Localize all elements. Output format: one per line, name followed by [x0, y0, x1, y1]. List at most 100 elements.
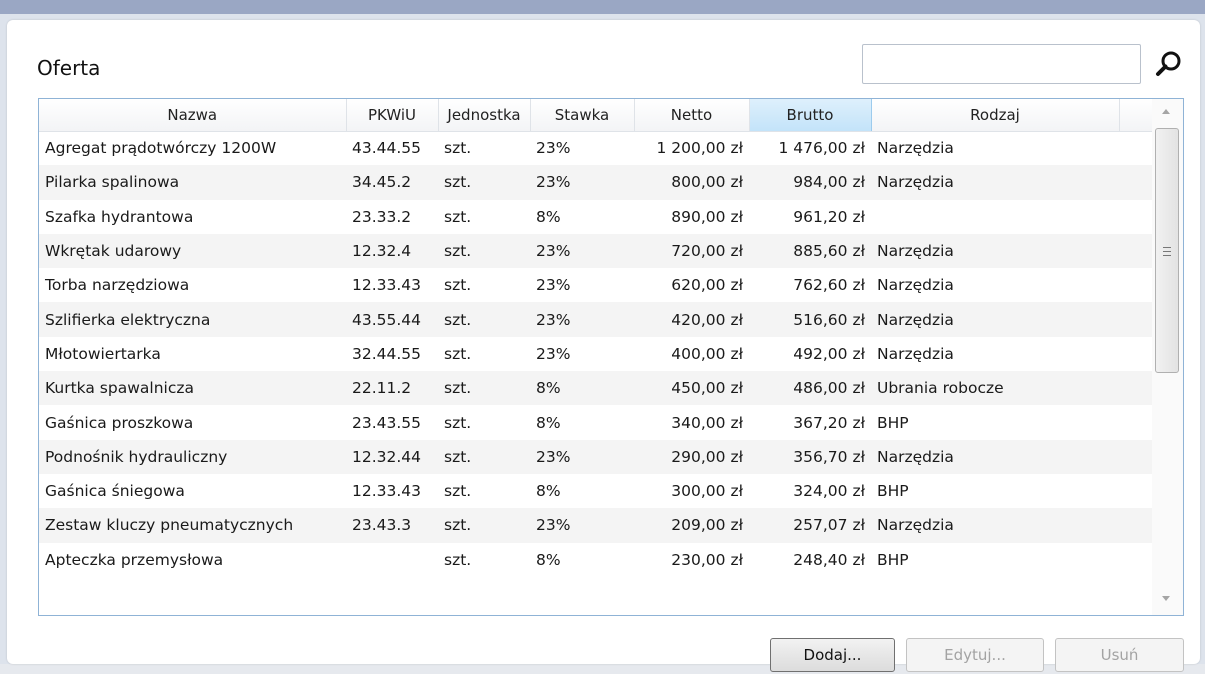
cell-netto: 400,00 zł [671, 344, 743, 363]
cell-rodzaj: Narzędzia [871, 233, 1119, 269]
cell-nazwa: Zestaw kluczy pneumatycznych [39, 508, 346, 543]
cell-stawka: 8% [536, 482, 561, 501]
table-row[interactable]: Torba narzędziowa 12.33.43 szt. 23% 620,00 z… [39, 268, 1152, 302]
table-row[interactable]: Gaśnica proszkowa 23.43.55 szt. 8% 340,00 zł… [39, 405, 1152, 439]
scrollbar-grip-line [1163, 251, 1171, 252]
cell-nazwa: Podnośnik hydrauliczny [39, 439, 346, 474]
cell-rodzaj [871, 200, 1119, 234]
page-title: Oferta [37, 56, 101, 80]
add-button[interactable]: Dodaj... [770, 638, 895, 672]
cell-netto: 450,00 zł [634, 371, 749, 406]
table-row[interactable]: Podnośnik hydrauliczny 12.32.44 szt. 23% 290… [39, 439, 1152, 474]
cell-nazwa: Pilarka spalinowa [39, 165, 346, 200]
table-row[interactable]: Gaśnica śniegowa 12.33.43 szt. 8% 300,00 zł 3… [39, 474, 1152, 508]
cell-brutto: 1 476,00 zł [778, 139, 866, 158]
cell-nazwa: Torba narzędziowa [45, 276, 190, 295]
scroll-down-arrow-icon[interactable] [1162, 596, 1170, 601]
cell-filler [1119, 165, 1152, 200]
cell-brutto: 486,00 zł [749, 371, 871, 406]
cell-stawka: 23% [530, 302, 634, 337]
cell-brutto: 257,07 zł [749, 508, 871, 543]
cell-nazwa: Wkrętak udarowy [39, 233, 346, 269]
cell-stawka: 23% [536, 276, 571, 295]
window-top-bar [0, 0, 1205, 14]
cell-netto: 209,00 zł [634, 508, 749, 543]
cell-stawka: 23% [530, 233, 634, 269]
cell-brutto: 984,00 zł [749, 165, 871, 200]
column-header-jednostka[interactable]: Jednostka [438, 99, 531, 132]
cell-stawka: 8% [536, 413, 561, 432]
scroll-up-arrow-icon[interactable] [1162, 109, 1170, 114]
cell-stawka: 23% [530, 165, 634, 200]
cell-filler [1119, 371, 1152, 406]
column-header-rodzaj[interactable]: Rodzaj [871, 99, 1120, 132]
cell-netto: 420,00 zł [634, 302, 749, 337]
table-row[interactable]: Młotowiertarka 32.44.55 szt. 23% 400,00 zł 49… [39, 337, 1152, 371]
cell-nazwa: Szafka hydrantowa [45, 207, 194, 226]
cell-rodzaj: BHP [877, 550, 909, 569]
cell-pkwiu: 22.11.2 [346, 371, 438, 406]
column-header-nazwa[interactable]: Nazwa [39, 99, 347, 132]
search-icon[interactable] [1154, 49, 1184, 79]
cell-nazwa: Młotowiertarka [45, 344, 161, 363]
cell-rodzaj: Narzędzia [871, 508, 1119, 543]
cell-jednostka: szt. [444, 344, 472, 363]
cell-brutto: 324,00 zł [793, 482, 865, 501]
cell-netto: 290,00 zł [634, 439, 749, 474]
cell-stawka: 23% [536, 344, 571, 363]
cell-netto: 340,00 zł [671, 413, 743, 432]
cell-nazwa: Gaśnica proszkowa [45, 413, 194, 432]
cell-filler [1119, 508, 1152, 543]
table-row[interactable]: Zestaw kluczy pneumatycznych 23.43.3 szt. 2… [39, 508, 1152, 543]
column-header-netto[interactable]: Netto [634, 99, 750, 132]
cell-pkwiu: 23.43.3 [346, 508, 438, 543]
cell-stawka: 23% [530, 439, 634, 474]
table-header-row: Nazwa PKWiU Jednostka Stawka Netto Brutt… [39, 99, 1152, 132]
cell-jednostka: szt. [444, 550, 472, 569]
cell-filler [1119, 439, 1152, 474]
cell-rodzaj: Narzędzia [871, 302, 1119, 337]
column-header-stawka[interactable]: Stawka [530, 99, 635, 132]
cell-rodzaj: Narzędzia [877, 276, 954, 295]
cell-rodzaj: BHP [877, 413, 909, 432]
cell-pkwiu: 23.33.2 [352, 207, 412, 226]
delete-button[interactable]: Usuń [1055, 638, 1184, 672]
cell-nazwa: Gaśnica śniegowa [45, 482, 185, 501]
cell-brutto: 516,60 zł [749, 302, 871, 337]
cell-nazwa: Szlifierka elektryczna [39, 302, 346, 337]
table-row[interactable]: Pilarka spalinowa 34.45.2 szt. 23% 800,00 zł… [39, 165, 1152, 200]
cell-nazwa: Agregat prądotwórczy 1200W [45, 139, 277, 158]
offer-panel: Oferta Nazwa PKWiU Jednostka Stawka Nett… [7, 20, 1200, 672]
cell-pkwiu: 43.55.44 [346, 302, 438, 337]
cell-jednostka: szt. [438, 302, 530, 337]
table-row[interactable]: Szafka hydrantowa 23.33.2 szt. 8% 890,00 zł 9… [39, 200, 1152, 234]
cell-netto: 720,00 zł [634, 233, 749, 269]
cell-jednostka: szt. [444, 207, 472, 226]
edit-button[interactable]: Edytuj... [906, 638, 1044, 672]
cell-jednostka: szt. [438, 508, 530, 543]
cell-stawka: 8% [536, 550, 561, 569]
cell-brutto: 356,70 zł [749, 439, 871, 474]
column-header-brutto[interactable]: Brutto [749, 99, 872, 132]
cell-pkwiu: 12.33.43 [352, 276, 422, 295]
cell-rodzaj: Narzędzia [877, 139, 954, 158]
cell-pkwiu: 12.33.43 [352, 482, 422, 501]
cell-nazwa: Apteczka przemysłowa [45, 550, 224, 569]
table-row[interactable]: Wkrętak udarowy 12.32.4 szt. 23% 720,00 zł 88… [39, 233, 1152, 269]
search-input[interactable] [862, 44, 1141, 84]
cell-filler [1119, 268, 1152, 302]
cell-pkwiu [346, 543, 438, 577]
table-row[interactable]: Kurtka spawalnicza 22.11.2 szt. 8% 450,00 zł… [39, 371, 1152, 406]
cell-filler [1119, 200, 1152, 234]
column-header-pkwiu[interactable]: PKWiU [346, 99, 439, 132]
table-row[interactable]: Szlifierka elektryczna 43.55.44 szt. 23% 420… [39, 302, 1152, 337]
cell-jednostka: szt. [444, 276, 472, 295]
cell-filler [1119, 543, 1152, 577]
cell-jednostka: szt. [444, 482, 472, 501]
table-row[interactable]: Agregat prądotwórczy 1200W 43.44.55 szt. 23… [39, 131, 1152, 165]
cell-stawka: 8% [530, 371, 634, 406]
cell-pkwiu: 43.44.55 [352, 139, 422, 158]
cell-pkwiu: 32.44.55 [352, 344, 422, 363]
cell-jednostka: szt. [444, 413, 472, 432]
table-row[interactable]: Apteczka przemysłowa szt. 8% 230,00 zł 248,4… [39, 543, 1152, 577]
